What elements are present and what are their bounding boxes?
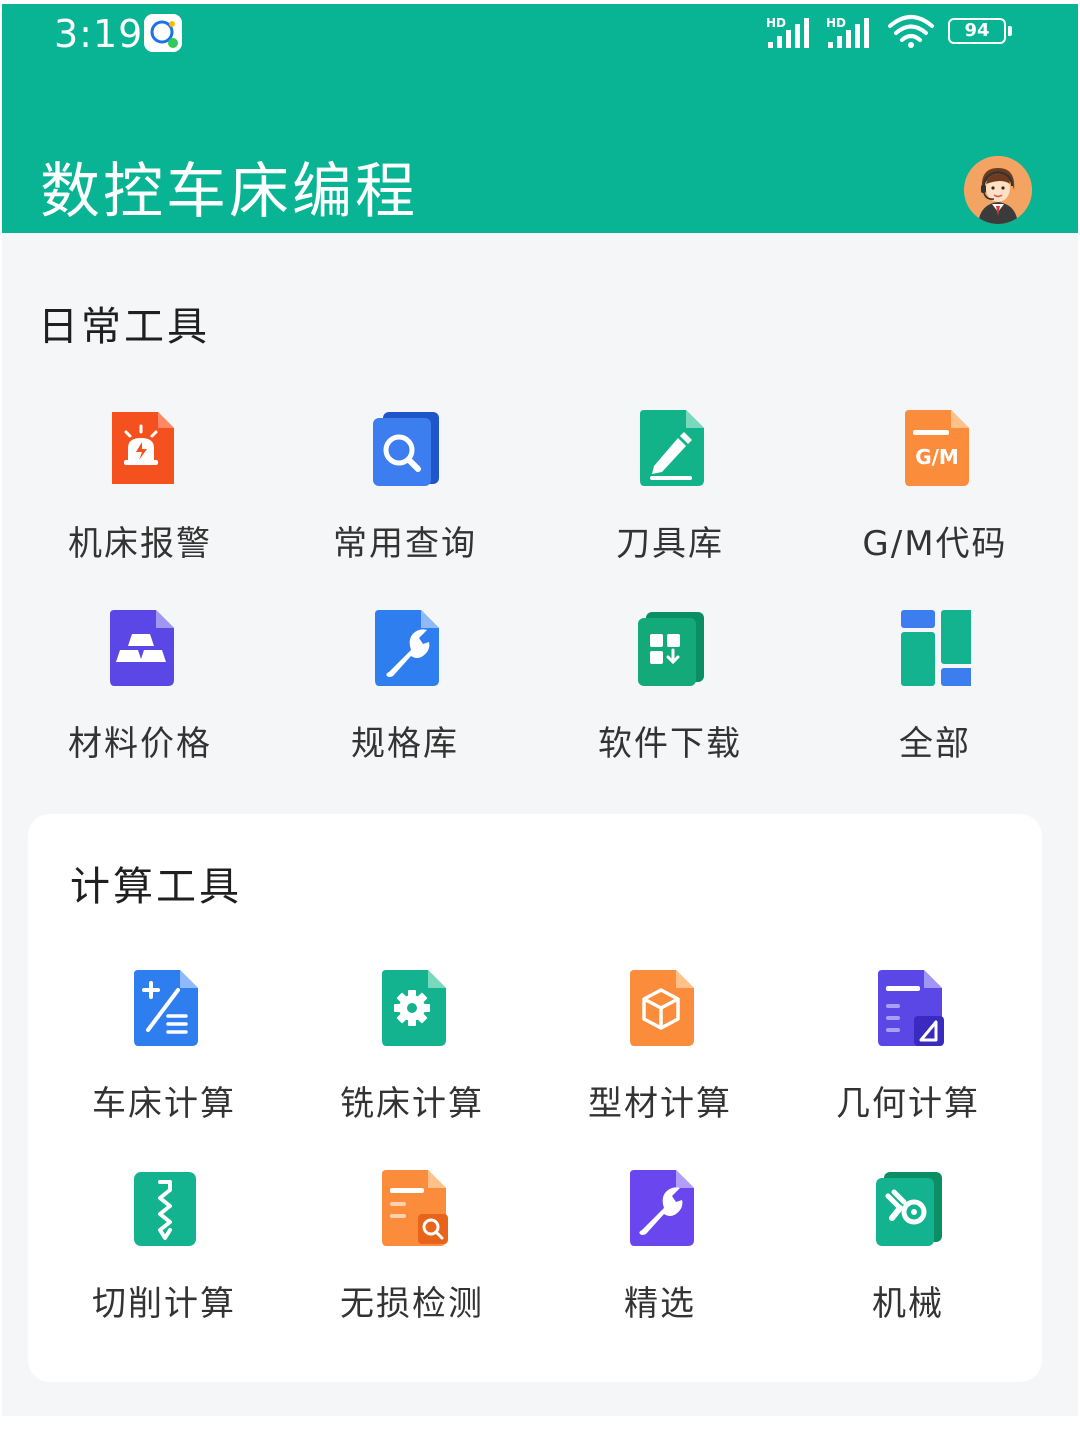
- calc-label: 无损检测: [340, 1284, 484, 1324]
- wrench-icon-featured: [630, 1170, 694, 1246]
- network-type-label: HD: [766, 16, 786, 30]
- tool-label: 机床报警: [68, 524, 212, 564]
- calc-label: 切削计算: [92, 1284, 236, 1324]
- tool-label: 规格库: [351, 724, 459, 764]
- calc-label: 机械: [872, 1284, 944, 1324]
- calc-tools-card: 计算工具 车床计算 铣床计算 型材计算 几何计算 切削计算 无损检测 精选 机械: [28, 814, 1042, 1382]
- tool-item-common-query[interactable]: 常用查询: [295, 408, 515, 578]
- calc-label: 型材计算: [588, 1084, 732, 1124]
- wifi-icon: [888, 15, 934, 48]
- network-type-label-2: HD: [826, 16, 846, 30]
- tool-label: G/M代码: [862, 524, 1008, 564]
- support-agent-avatar-icon: [964, 156, 1032, 224]
- section-title-calc-tools: 计算工具: [70, 864, 242, 910]
- geometry-icon: [878, 970, 944, 1046]
- app-bar: 3:19 HD HD 94 数控车床编程: [2, 4, 1078, 233]
- calc-label: 铣床计算: [340, 1084, 484, 1124]
- calc-label: 车床计算: [92, 1084, 236, 1124]
- download-grid-icon: [638, 612, 704, 686]
- tool-item-material-price[interactable]: 材料价格: [30, 608, 250, 778]
- tool-label: 全部: [899, 724, 971, 764]
- avatar[interactable]: [964, 156, 1032, 224]
- tool-item-spec-library[interactable]: 规格库: [295, 608, 515, 778]
- app-screen: 3:19 HD HD 94 数控车床编程 日常工具 机床报警 常用查询 刀具库 …: [2, 4, 1078, 1416]
- tool-label: 材料价格: [68, 724, 212, 764]
- battery-cap: [1008, 26, 1012, 36]
- mechanical-tools-icon: [876, 1172, 942, 1246]
- status-time: 3:19: [54, 12, 144, 56]
- tool-label: 刀具库: [616, 524, 724, 564]
- calculator-icon: [134, 970, 198, 1046]
- tool-item-all[interactable]: 全部: [825, 608, 1045, 778]
- calc-label: 几何计算: [836, 1084, 980, 1124]
- signal-strength-icon: HD: [766, 16, 809, 48]
- tool-item-software-download[interactable]: 软件下载: [560, 608, 780, 778]
- tool-item-gm-code[interactable]: G/M G/M代码: [825, 408, 1045, 578]
- signal-strength-icon-2: HD: [826, 16, 869, 48]
- section-title-daily-tools: 日常工具: [38, 304, 210, 350]
- inspect-document-icon: [382, 1170, 448, 1246]
- page-title: 数控车床编程: [40, 157, 418, 227]
- wrench-icon: [375, 610, 439, 686]
- calc-item-mechanical[interactable]: 机械: [798, 1168, 1018, 1338]
- cube-icon: [630, 970, 694, 1046]
- calc-item-milling[interactable]: 铣床计算: [302, 968, 522, 1138]
- drill-bit-icon: [134, 1172, 196, 1246]
- chat-bubble-icon: [144, 14, 182, 52]
- pen-icon: [640, 410, 704, 486]
- calc-item-profile[interactable]: 型材计算: [550, 968, 770, 1138]
- tool-label: 常用查询: [333, 524, 477, 564]
- tool-item-machine-alarm[interactable]: 机床报警: [30, 408, 250, 578]
- calc-item-lathe[interactable]: 车床计算: [54, 968, 274, 1138]
- gear-icon: [382, 970, 446, 1046]
- calc-item-geometry[interactable]: 几何计算: [798, 968, 1018, 1138]
- search-icon: [373, 412, 439, 486]
- calc-item-ndt[interactable]: 无损检测: [302, 1168, 522, 1338]
- gm-icon-text: G/M: [915, 445, 959, 469]
- calc-item-featured[interactable]: 精选: [550, 1168, 770, 1338]
- gold-bars-icon: [110, 610, 174, 686]
- battery-indicator: 94: [948, 18, 1012, 44]
- alarm-icon: [112, 412, 174, 484]
- all-blocks-icon: [901, 610, 971, 686]
- calc-label: 精选: [624, 1284, 696, 1324]
- battery-level: 94: [964, 20, 990, 41]
- calc-item-cutting[interactable]: 切削计算: [54, 1168, 274, 1338]
- tool-item-tool-library[interactable]: 刀具库: [560, 408, 780, 578]
- tool-label: 软件下载: [598, 724, 742, 764]
- gm-code-icon: G/M: [905, 410, 969, 486]
